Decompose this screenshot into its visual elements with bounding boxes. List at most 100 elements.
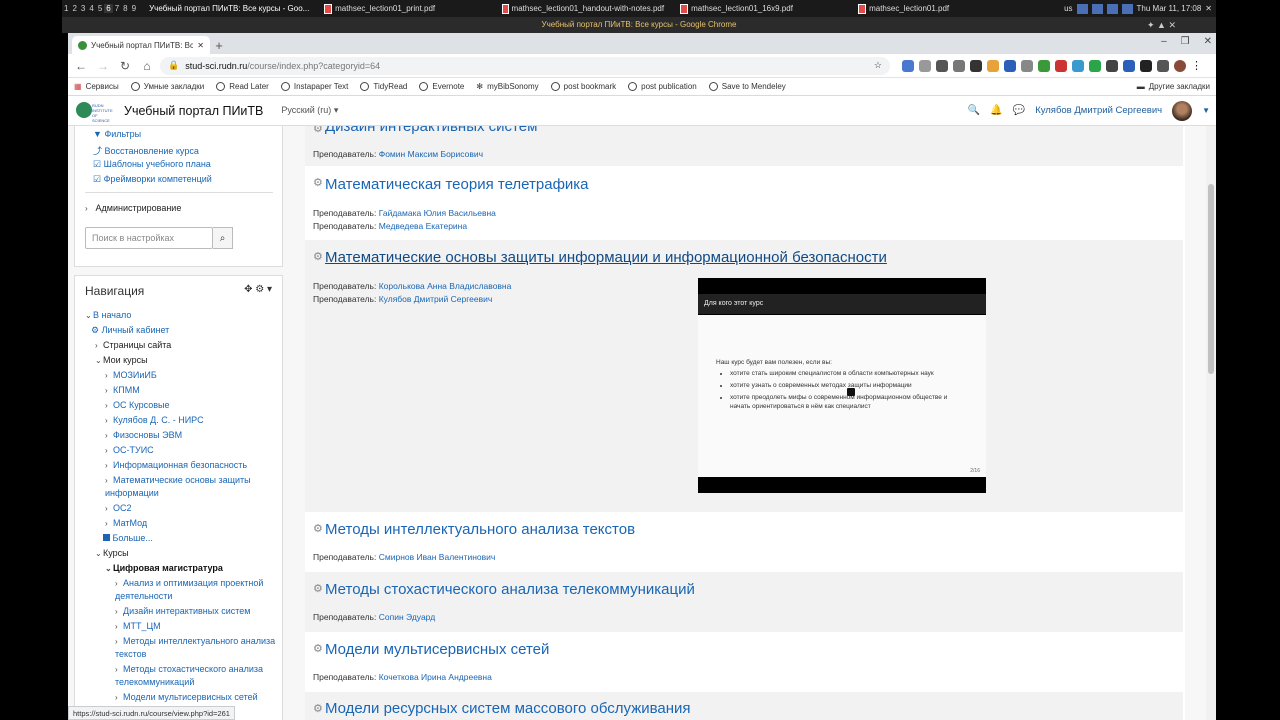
- minimize-icon[interactable]: –: [1161, 36, 1167, 47]
- workspace-6[interactable]: 6: [104, 4, 113, 13]
- menu-dots-icon[interactable]: ⋮: [1191, 59, 1202, 72]
- nav-course[interactable]: › МОЗИиИБ: [105, 370, 157, 380]
- pocket-icon[interactable]: [936, 59, 948, 72]
- taskbar-task-pdf-handout[interactable]: mathsec_lection01_handout-with-notes.pdf: [494, 3, 672, 14]
- nav-course[interactable]: › КПММ: [105, 385, 140, 395]
- reload-icon[interactable]: ↻: [116, 57, 134, 75]
- close-window-icon[interactable]: ✕: [1204, 36, 1212, 47]
- workspace-8[interactable]: 8: [121, 4, 129, 13]
- nav-more[interactable]: Больше...: [103, 533, 153, 543]
- nav-courses[interactable]: ⌄Курсы: [95, 548, 129, 558]
- obs-icon[interactable]: [1121, 3, 1133, 14]
- workspace-3[interactable]: 3: [79, 4, 87, 13]
- nav-course[interactable]: › Методы интеллектуального анализа: [115, 636, 275, 646]
- nav-site-pages[interactable]: › Страницы сайта: [95, 340, 171, 350]
- chevron-down-icon[interactable]: ▼: [1202, 106, 1210, 115]
- bookmark-item[interactable]: post publication: [628, 82, 697, 91]
- forward-icon[interactable]: →: [94, 57, 112, 75]
- extension-icon[interactable]: [1123, 59, 1135, 72]
- download-icon[interactable]: [1004, 59, 1016, 72]
- address-bar[interactable]: 🔒 stud-sci.rudn.ru/course/index.php?cate…: [160, 56, 890, 75]
- nav-my-courses[interactable]: ⌄Мои курсы: [95, 355, 148, 365]
- other-bookmarks[interactable]: ▬ Другие закладки: [1137, 82, 1210, 91]
- extension-icon[interactable]: [1140, 59, 1152, 72]
- nav-course[interactable]: › Дизайн интерактивных систем: [115, 606, 250, 616]
- course-title[interactable]: Математическая теория телетрафика: [325, 176, 589, 193]
- nav-course[interactable]: › Методы стохастического анализа: [115, 664, 263, 674]
- grammarly-icon[interactable]: [1089, 59, 1101, 72]
- nav-course[interactable]: › Кулябов Д. С. - НИРС: [105, 415, 204, 425]
- bookmark-item[interactable]: post bookmark: [550, 82, 616, 91]
- keyboard-layout[interactable]: us: [1064, 4, 1072, 13]
- course-title[interactable]: Модели ресурсных систем массового обслуж…: [325, 700, 691, 717]
- block-controls[interactable]: ✥ ⚙ ▾: [244, 284, 272, 295]
- workspace-5[interactable]: 5: [96, 4, 104, 13]
- workspace-4[interactable]: 4: [87, 4, 95, 13]
- nav-course[interactable]: › Математические основы защиты: [105, 475, 251, 485]
- nav-course[interactable]: › Модели мультисервисных сетей: [115, 692, 258, 702]
- bookmark-item[interactable]: Save to Mendeley: [708, 82, 786, 91]
- nav-course[interactable]: › ОС-ТУИС: [105, 445, 154, 455]
- nav-course[interactable]: › Физосновы ЭВМ: [105, 430, 182, 440]
- extension-icon[interactable]: [1021, 59, 1033, 72]
- course-title[interactable]: Модели мультисервисных сетей: [325, 641, 549, 658]
- language-menu[interactable]: Русский (ru) ▾: [281, 105, 338, 116]
- translate-extension-icon[interactable]: [902, 59, 914, 72]
- home-icon[interactable]: ⌂: [138, 57, 156, 75]
- workspace-7[interactable]: 7: [113, 4, 121, 13]
- sidebar-item-restore[interactable]: ⤴ Восстановление курса: [93, 144, 199, 157]
- course-title[interactable]: Математические основы защиты информации …: [325, 249, 887, 266]
- course-title[interactable]: Дизайн интерактивных систем: [325, 126, 537, 135]
- extension-icon[interactable]: [1055, 59, 1067, 72]
- taskbar-task-pdf-16x9[interactable]: mathsec_lection01_16x9.pdf: [672, 3, 850, 14]
- chat-icon[interactable]: 💬: [1013, 105, 1025, 116]
- bluetooth-icon[interactable]: [1091, 3, 1103, 14]
- taskbar-task-pdf-print[interactable]: mathsec_lection01_print.pdf: [316, 3, 494, 14]
- bookmark-item[interactable]: Instapaper Text: [280, 82, 348, 91]
- bookmark-item[interactable]: ✻ myBibSonomy: [476, 82, 538, 91]
- extension-icon[interactable]: [987, 59, 999, 72]
- tab-close-icon[interactable]: ✕: [197, 41, 204, 50]
- nav-dashboard[interactable]: ⚙ Личный кабинет: [91, 325, 169, 336]
- bookmark-item[interactable]: Умные закладки: [130, 82, 204, 91]
- scrollbar-thumb[interactable]: [1208, 184, 1214, 374]
- nav-course-cont[interactable]: деятельности: [115, 591, 172, 601]
- new-tab-button[interactable]: +: [210, 36, 228, 54]
- extension-icon[interactable]: [919, 59, 931, 72]
- extension-icon[interactable]: [1072, 59, 1084, 72]
- nav-course[interactable]: › ОС Курсовые: [105, 400, 170, 410]
- bookmark-item[interactable]: Read Later: [216, 82, 269, 91]
- back-icon[interactable]: ←: [72, 57, 90, 75]
- course-title[interactable]: Методы стохастического анализа телекомму…: [325, 581, 695, 598]
- page-scrollbar[interactable]: [1206, 126, 1216, 720]
- puzzle-icon[interactable]: [1157, 59, 1169, 72]
- course-preview-slide[interactable]: Для кого этот курс Наш курс будет вам по…: [698, 278, 986, 493]
- telegram-icon[interactable]: [1106, 3, 1118, 14]
- sidebar-item-frameworks[interactable]: ☑ Фреймворки компетенций: [93, 174, 212, 185]
- nav-course[interactable]: › ОС2: [105, 503, 132, 513]
- sidebar-item-administration[interactable]: › Администрирование: [85, 203, 181, 213]
- bookmark-item[interactable]: Evernote: [419, 82, 464, 91]
- bell-icon[interactable]: 🔔: [990, 105, 1002, 116]
- nav-course[interactable]: › Информационная безопасность: [105, 460, 247, 470]
- nav-course-cont[interactable]: телекоммуникаций: [115, 677, 194, 687]
- nav-course[interactable]: › Анализ и оптимизация проектной: [115, 578, 263, 588]
- settings-search-input[interactable]: Поиск в настройках: [85, 227, 213, 249]
- course-title[interactable]: Методы интеллектуального анализа текстов: [325, 521, 635, 538]
- nav-home[interactable]: ⌄В начало: [85, 310, 131, 320]
- bookmark-star-icon[interactable]: ☆: [874, 60, 882, 71]
- cart-icon[interactable]: [970, 59, 982, 72]
- university-logo[interactable]: RUDN INSTITUTE OF SCIENCE: [74, 99, 116, 123]
- window-menu-icon[interactable]: ✦ ▲ ✕: [1147, 17, 1176, 33]
- close-icon[interactable]: ✕: [1205, 4, 1212, 13]
- taskbar-task-pdf-main[interactable]: mathsec_lection01.pdf: [850, 3, 1028, 14]
- search-icon[interactable]: 🔍: [968, 105, 980, 116]
- sidebar-item-templates[interactable]: ☑ Шаблоны учебного плана: [93, 159, 211, 170]
- restore-icon[interactable]: ❐: [1181, 36, 1190, 47]
- bookmark-item[interactable]: ▦ Сервисы: [74, 82, 119, 91]
- sidebar-item-filters[interactable]: ▼ Фильтры: [93, 129, 141, 139]
- search-button[interactable]: ⌕: [213, 227, 233, 249]
- site-name[interactable]: Учебный портал ПИиТВ: [124, 104, 263, 118]
- profile-avatar[interactable]: [1174, 59, 1186, 72]
- user-name[interactable]: Кулябов Дмитрий Сергеевич: [1035, 105, 1162, 116]
